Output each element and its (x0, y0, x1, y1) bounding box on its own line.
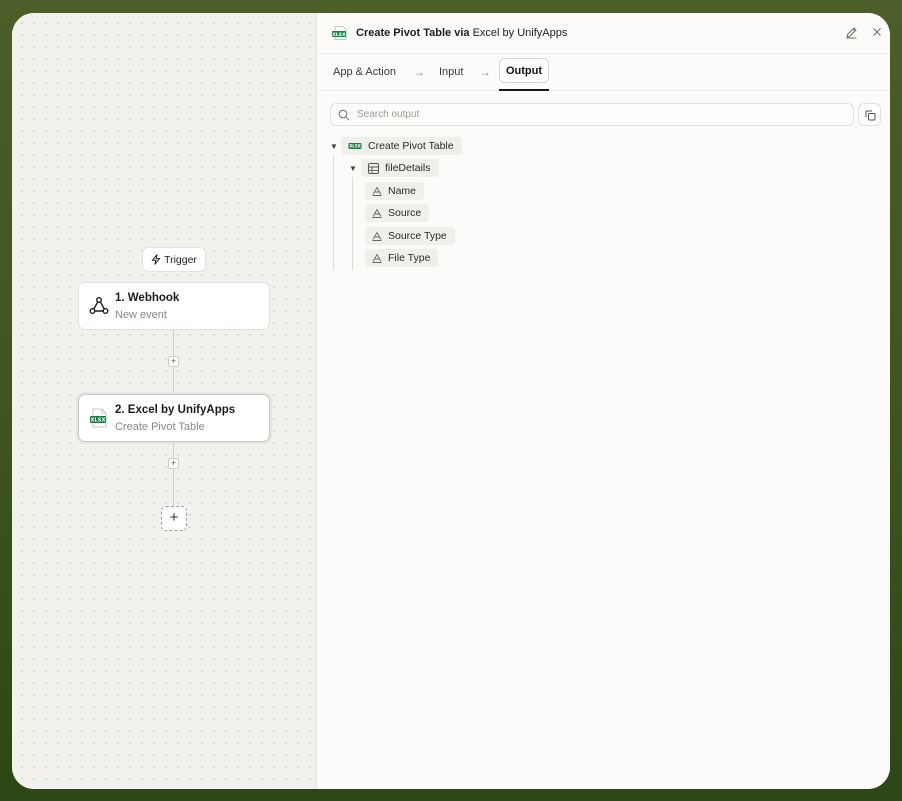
pencil-icon[interactable] (845, 26, 858, 39)
tab-output[interactable]: Output (499, 58, 549, 83)
trigger-button[interactable]: Trigger (142, 247, 206, 272)
search-icon (338, 109, 350, 121)
tree-field-label: Source Type (388, 230, 447, 242)
search-placeholder: Search output (357, 109, 420, 120)
webhook-icon (89, 297, 109, 314)
active-tab-indicator (499, 89, 549, 91)
tree-root-label: Create Pivot Table (368, 140, 454, 152)
tree-field-label: Source (388, 207, 422, 219)
xlsx-icon: XLSX (332, 26, 347, 40)
svg-text:XLSX: XLSX (349, 144, 361, 149)
tab-input[interactable]: Input (439, 66, 463, 78)
tree-guide-line (352, 177, 353, 270)
close-icon[interactable] (871, 26, 883, 38)
copy-button[interactable] (858, 103, 881, 126)
text-field-icon (372, 231, 382, 241)
trigger-label: Trigger (164, 253, 197, 266)
tree-field-node[interactable]: Name (365, 182, 425, 200)
arrow-right-icon: → (413, 65, 425, 79)
lightning-icon (151, 254, 161, 265)
search-output-input[interactable]: Search output (330, 103, 854, 126)
step-subtitle: New event (115, 309, 167, 321)
step-title: 1. Webhook (115, 292, 180, 304)
tree-field-label: File Type (388, 252, 431, 264)
tree-field-node[interactable]: Source (365, 204, 430, 222)
tab-app-action[interactable]: App & Action (333, 66, 396, 78)
svg-text:XLSX: XLSX (90, 418, 105, 424)
step-excel[interactable]: XLSX 2. Excel by UnifyApps Create Pivot … (78, 394, 270, 442)
app-frame: Trigger 1. Webhook New event + XLSX 2. E… (12, 13, 890, 789)
svg-text:XLSX: XLSX (332, 32, 346, 38)
step-title: 2. Excel by UnifyApps (115, 404, 236, 416)
tree-root-node[interactable]: XLSX Create Pivot Table (341, 137, 462, 155)
text-field-icon (372, 253, 382, 263)
tree-field-node[interactable]: File Type (365, 249, 439, 267)
tree-group-label: fileDetails (385, 162, 431, 174)
arrow-right-icon: → (479, 65, 491, 79)
text-field-icon (372, 186, 382, 196)
panel-title-action: Create Pivot Table via (356, 27, 470, 39)
add-step-between-button[interactable]: + (168, 356, 179, 367)
copy-icon (865, 110, 876, 121)
step-webhook[interactable]: 1. Webhook New event (78, 282, 270, 330)
connector-line (173, 443, 174, 506)
panel-title: Create Pivot Table via Excel by UnifyApp… (356, 27, 567, 39)
tree-group-node[interactable]: fileDetails (361, 159, 439, 177)
add-step-between-button[interactable]: + (168, 458, 179, 469)
text-field-icon (372, 208, 382, 218)
collapse-toggle-icon[interactable]: ▼ (349, 164, 357, 173)
xlsx-icon: XLSX (90, 408, 107, 428)
panel-header: XLSX Create Pivot Table via Excel by Uni… (317, 13, 890, 54)
tree-field-node[interactable]: Source Type (365, 227, 455, 245)
step-tabs: App & Action → Input → Output (317, 54, 890, 91)
add-step-button[interactable]: + (161, 506, 187, 531)
panel-title-app: Excel by UnifyApps (472, 27, 568, 39)
workflow-canvas[interactable]: Trigger 1. Webhook New event + XLSX 2. E… (12, 13, 316, 789)
tree-guide-line (333, 155, 334, 270)
collapse-toggle-icon[interactable]: ▼ (330, 142, 338, 151)
step-details-panel: XLSX Create Pivot Table via Excel by Uni… (316, 13, 890, 789)
table-icon (368, 162, 379, 174)
xlsx-icon: XLSX (348, 143, 362, 149)
tree-field-label: Name (388, 185, 417, 197)
step-subtitle: Create Pivot Table (115, 421, 205, 433)
